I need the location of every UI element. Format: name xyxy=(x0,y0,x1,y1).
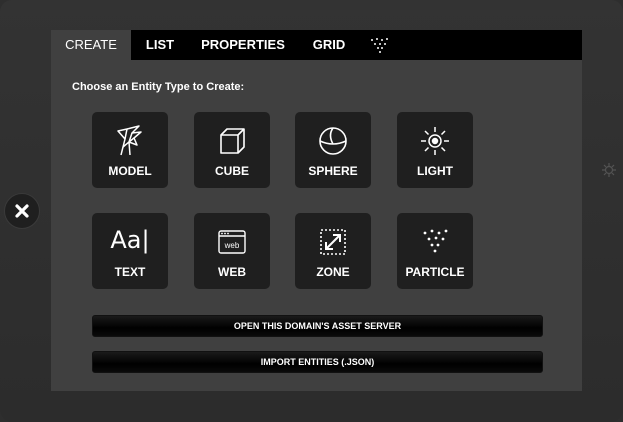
web-glyph: web xyxy=(224,241,240,250)
light-icon xyxy=(421,127,449,155)
tab-list[interactable]: LIST xyxy=(131,30,189,60)
tab-properties[interactable]: PROPERTIES xyxy=(193,30,293,60)
zone-icon xyxy=(320,229,346,255)
zone-tile[interactable]: ZONE xyxy=(295,213,371,289)
particle-icon[interactable] xyxy=(369,36,391,54)
tab-create[interactable]: CREATE xyxy=(51,30,131,60)
tile-label: MODEL xyxy=(108,164,152,178)
gear-icon[interactable] xyxy=(601,162,617,178)
text-icon: Aa| xyxy=(110,226,150,254)
sphere-icon xyxy=(319,127,347,155)
model-icon xyxy=(117,125,142,156)
cube-icon xyxy=(220,128,245,154)
sphere-tile[interactable]: SPHERE xyxy=(295,112,371,188)
tile-label: LIGHT xyxy=(417,164,453,178)
particle-icon xyxy=(423,229,448,253)
tile-label: PARTICLE xyxy=(405,265,465,279)
import-entities-button[interactable]: IMPORT ENTITIES (.JSON) xyxy=(92,351,543,373)
web-icon: web xyxy=(218,230,246,254)
cube-tile[interactable]: CUBE xyxy=(194,112,270,188)
tile-label: ZONE xyxy=(316,265,350,279)
light-tile[interactable]: LIGHT xyxy=(397,112,473,188)
tile-label: CUBE xyxy=(214,164,249,178)
section-heading: Choose an Entity Type to Create: xyxy=(72,81,245,93)
close-button[interactable] xyxy=(4,193,40,229)
tile-label: SPHERE xyxy=(308,164,358,178)
model-tile[interactable]: MODEL xyxy=(92,112,168,188)
text-tile[interactable]: Aa| TEXT xyxy=(92,213,168,289)
tile-label: WEB xyxy=(218,265,246,279)
create-panel: CREATE LIST PROPERTIES GRID Choose an En… xyxy=(51,30,582,391)
tab-bar: CREATE LIST PROPERTIES GRID xyxy=(51,30,582,60)
close-icon xyxy=(15,204,29,218)
tile-label: TEXT xyxy=(114,265,146,279)
tab-grid[interactable]: GRID xyxy=(303,30,355,60)
open-asset-server-button[interactable]: OPEN THIS DOMAIN'S ASSET SERVER xyxy=(92,315,543,337)
web-tile[interactable]: web WEB xyxy=(194,213,270,289)
particle-tile[interactable]: PARTICLE xyxy=(397,213,473,289)
